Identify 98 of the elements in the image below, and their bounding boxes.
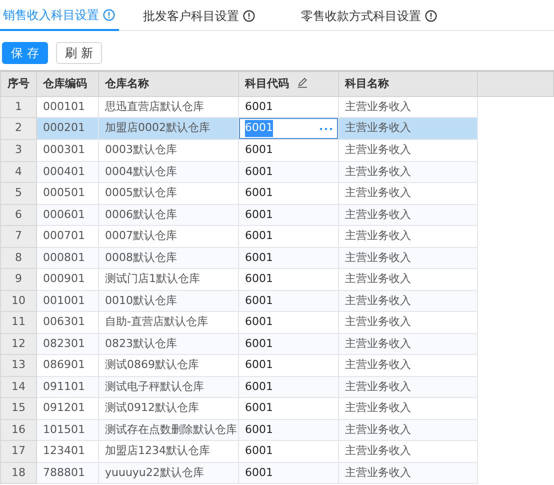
table-cell: 主营业务收入 [338, 440, 478, 462]
table-cell: 0008默认仓库 [98, 247, 238, 268]
table-cell: 加盟店1234默认仓库 [98, 440, 238, 462]
table-cell: 测试存在点数删除默认仓库 [98, 419, 238, 440]
row-number: 12 [0, 333, 36, 354]
table-cell: 6001 [238, 268, 338, 290]
row-number: 5 [0, 182, 36, 204]
table-cell: 主营业务收入 [338, 290, 478, 312]
table-cell: 6001 [238, 290, 338, 312]
table-cell: 主营业务收入 [338, 182, 478, 204]
table-cell: yuuuyu22默认仓库 [98, 462, 238, 484]
table-cell: 6001 [238, 440, 338, 462]
row-number: 13 [0, 354, 36, 376]
table-cell: 0010默认仓库 [98, 290, 238, 312]
table-cell: 6001 [238, 419, 338, 440]
refresh-button[interactable]: 刷 新 [56, 42, 102, 64]
table-cell: 主营业务收入 [338, 419, 478, 440]
table-cell: 6001 [238, 333, 338, 354]
table-cell: 101501 [36, 419, 98, 440]
table-cell: 主营业务收入 [338, 140, 478, 161]
column-header: 序号 [0, 71, 36, 96]
row-number: 10 [0, 290, 36, 312]
table-cell: 主营业务收入 [338, 462, 478, 484]
table-cell: 6001 [238, 376, 338, 398]
row-number: 1 [0, 96, 36, 118]
table-cell: 0003默认仓库 [98, 140, 238, 161]
table-cell: 000401 [36, 161, 98, 182]
table-cell: 主营业务收入 [338, 354, 478, 376]
pencil-icon[interactable] [296, 76, 308, 88]
row-number: 4 [0, 161, 36, 182]
row-number: 15 [0, 398, 36, 419]
table-cell: 主营业务收入 [338, 333, 478, 354]
row-number: 14 [0, 376, 36, 398]
table-cell: 主营业务收入 [338, 268, 478, 290]
table-cell: 加盟店0002默认仓库 [98, 118, 238, 140]
table-cell: 测试电子秤默认仓库 [98, 376, 238, 398]
row-number: 6 [0, 204, 36, 226]
tab[interactable]: 批发客户科目设置 [139, 0, 259, 31]
table-cell: 082301 [36, 333, 98, 354]
table-cell: 测试0912默认仓库 [98, 398, 238, 419]
table-cell: 000701 [36, 226, 98, 247]
table-cell: 6001 [238, 462, 338, 484]
table-cell: 006301 [36, 312, 98, 333]
row-number: 11 [0, 312, 36, 333]
row-number: 18 [0, 462, 36, 484]
table-cell: 主营业务收入 [338, 376, 478, 398]
table-cell: 自助-直营店默认仓库 [98, 312, 238, 333]
table-cell: 000501 [36, 182, 98, 204]
table-cell: 6001 [238, 161, 338, 182]
column-header: 科目名称 [338, 71, 478, 96]
table-cell: 6001 [238, 247, 338, 268]
table-cell: 091201 [36, 398, 98, 419]
table-cell: 000801 [36, 247, 98, 268]
column-header: 仓库编码 [36, 71, 98, 96]
table-cell: 086901 [36, 354, 98, 376]
row-number: 7 [0, 226, 36, 247]
table-cell: 6001 [238, 204, 338, 226]
table-cell: 主营业务收入 [338, 118, 478, 140]
table-cell: 主营业务收入 [338, 398, 478, 419]
table-cell: 主营业务收入 [338, 204, 478, 226]
table-cell: 000301 [36, 140, 98, 161]
column-header: 仓库名称 [98, 71, 238, 96]
row-number: 3 [0, 140, 36, 161]
table-cell: 001001 [36, 290, 98, 312]
table-cell: 0006默认仓库 [98, 204, 238, 226]
table-cell: 6001 [238, 398, 338, 419]
table-cell: 091101 [36, 376, 98, 398]
row-number: 8 [0, 247, 36, 268]
table-cell: 6001 [238, 312, 338, 333]
table-cell: 主营业务收入 [338, 312, 478, 333]
table-cell: 0823默认仓库 [98, 333, 238, 354]
table-cell: 123401 [36, 440, 98, 462]
table-cell: 主营业务收入 [338, 161, 478, 182]
table-cell: 主营业务收入 [338, 226, 478, 247]
tab[interactable]: 零售收款方式科目设置 [297, 0, 441, 31]
table-cell: 000201 [36, 118, 98, 140]
table-cell: 0004默认仓库 [98, 161, 238, 182]
row-number: 17 [0, 440, 36, 462]
table-cell: 000901 [36, 268, 98, 290]
table-cell: 主营业务收入 [338, 247, 478, 268]
info-icon [243, 10, 255, 22]
info-icon [425, 10, 437, 22]
info-icon [103, 8, 115, 20]
table-cell: 6001 [238, 226, 338, 247]
table-cell: 000601 [36, 204, 98, 226]
table-cell: 测试门店1默认仓库 [98, 268, 238, 290]
table-cell: 6001 [238, 182, 338, 204]
row-number: 16 [0, 419, 36, 440]
row-number: 2 [0, 118, 36, 140]
table-cell: 788801 [36, 462, 98, 484]
column-header: 科目代码 [245, 76, 289, 90]
table-cell: 0007默认仓库 [98, 226, 238, 247]
table-cell: 测试0869默认仓库 [98, 354, 238, 376]
table-cell: 0005默认仓库 [98, 182, 238, 204]
more-icon[interactable] [319, 126, 333, 130]
table-cell: 6001 [238, 140, 338, 161]
row-number: 9 [0, 268, 36, 290]
table-cell: 6001 [238, 354, 338, 376]
